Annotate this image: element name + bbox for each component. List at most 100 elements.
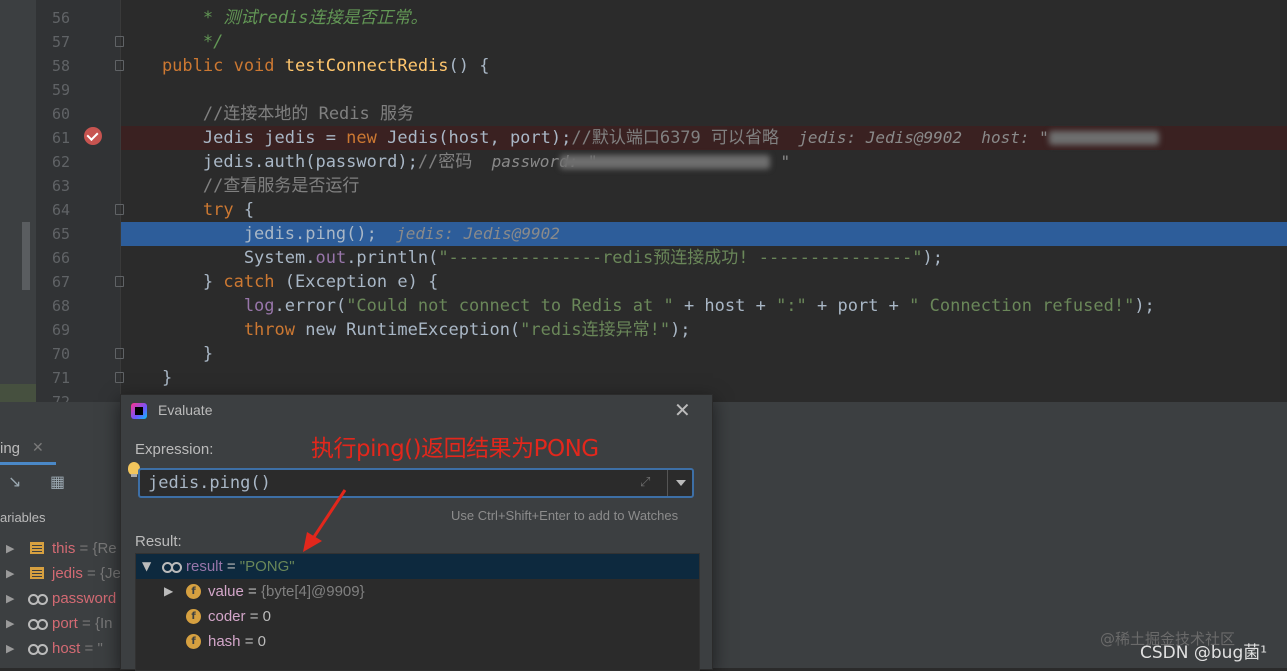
code-line[interactable]: 61 Jedis jedis = new Jedis(host, port);/… [52,126,1287,150]
code-token: * 测试redis连接是否正常。 [121,8,428,28]
close-icon[interactable]: ✕ [674,398,691,422]
history-dropdown-button[interactable] [667,470,694,496]
expand-right-icon[interactable]: ▶ [6,636,14,661]
line-number: 64 [51,201,70,219]
code-text: //连接本地的 Redis 服务 [121,102,414,126]
result-child-row[interactable]: f coder = 0 [136,604,699,629]
code-text: //查看服务是否运行 [121,174,359,198]
code-line[interactable]: 70 } [0,342,1287,366]
line-number: 62 [51,153,70,171]
result-eq: = [222,558,240,575]
csdn-watermark: CSDN @bug菌¹ [1140,643,1268,663]
code-token: //密码 [417,152,473,172]
code-line[interactable]: 59 [0,78,1287,102]
code-line[interactable]: 58 public void testConnectRedis() { [0,54,1287,78]
result-tree[interactable]: ▼ result = "PONG" ▶ f value = {byte[4]@990… [135,553,700,671]
watch-glasses-icon [28,644,48,655]
result-value: "PONG" [239,558,295,575]
code-token: (Exception e) { [284,272,439,292]
expand-icon[interactable]: ⤢ [640,475,654,490]
dialog-titlebar[interactable]: Evaluate ✕ [121,395,712,427]
intellij-logo-icon [131,403,147,419]
line-number: 68 [51,297,70,315]
result-row[interactable]: ▼ result = "PONG" [136,554,699,579]
variable-name: this [52,540,76,557]
code-line[interactable]: 65 jedis.ping(); jedis: Jedis@9902 [52,222,1287,246]
line-number: 71 [51,369,70,387]
dialog-title: Evaluate [158,402,213,418]
code-line[interactable]: 56 * 测试redis连接是否正常。 [0,6,1287,30]
breakpoint-icon[interactable] [84,127,102,145]
line-number: 66 [51,249,70,267]
code-text: * 测试redis连接是否正常。 [121,6,428,30]
field-eq: = [245,608,263,625]
code-token: ); [670,320,691,340]
code-line[interactable]: 62 jedis.auth(password);//密码 password: "… [0,150,1287,174]
line-number: 60 [51,105,70,123]
field-name: value [208,583,244,600]
variable-name: host [52,640,81,657]
expand-right-icon[interactable]: ▶ [164,579,173,604]
code-token: //连接本地的 Redis 服务 [121,104,414,124]
expand-right-icon[interactable]: ▶ [6,536,14,561]
code-token: .error( [274,296,347,316]
code-token: new [346,128,388,148]
code-token: catch [223,272,285,292]
code-line[interactable]: 67 } catch (Exception e) { [0,270,1287,294]
code-line[interactable]: 66 System.out.println("---------------re… [0,246,1287,270]
field-icon: f [186,609,201,624]
variable-name: port [52,615,78,632]
code-token: () { [448,56,490,76]
close-icon[interactable]: ✕ [32,440,44,456]
expand-right-icon[interactable]: ▶ [6,611,14,636]
line-number: 58 [51,57,70,75]
line-number: 61 [51,129,70,147]
line-number: 65 [51,225,70,243]
field-value: 0 [257,633,266,650]
code-line[interactable]: 63 //查看服务是否运行 [0,174,1287,198]
result-child-row[interactable]: ▶ f value = {byte[4]@9909} [136,579,699,604]
tab-underline [0,462,56,465]
expression-field[interactable]: ⤢ [138,468,694,498]
expand-down-icon[interactable]: ▼ [142,554,151,579]
code-line[interactable]: 64 try { [0,198,1287,222]
variable-value: = {Je [82,565,121,582]
result-label: Result: [135,533,182,550]
code-text: System.out.println("---------------redis… [121,246,943,270]
field-value: {byte[4]@9909} [260,583,365,600]
code-token: } [121,368,173,388]
code-text: jedis.auth(password);//密码 password: " " [121,150,790,174]
code-line[interactable]: 68 log.error("Could not connect to Redis… [0,294,1287,318]
expand-right-icon[interactable]: ▶ [6,561,14,586]
line-number: 59 [51,81,70,99]
code-text: } [121,342,213,366]
code-token: " Connection refused!" [909,296,1135,316]
code-line[interactable]: 69 throw new RuntimeException("redis连接异常… [0,318,1287,342]
code-token: throw [121,320,306,340]
expression-input[interactable] [140,470,660,496]
code-token: //查看服务是否运行 [121,176,360,196]
code-token: "Could not connect to Redis at " [346,296,674,316]
variable-value: = " [80,640,103,657]
code-token: "redis连接异常!" [520,320,671,340]
step-into-icon[interactable]: ↘ [8,472,21,491]
code-token: Jedis jedis = [121,128,347,148]
code-token: + host + [673,296,777,316]
result-child-row[interactable]: f hash = 0 [136,629,699,654]
redacted-value [1048,131,1159,145]
variable-name: jedis [52,565,83,582]
code-text: try { [121,198,254,222]
code-token: */ [121,32,224,52]
code-line[interactable]: 60 //连接本地的 Redis 服务 [0,102,1287,126]
code-line[interactable]: 71 } [0,366,1287,390]
code-token: ); [922,248,943,268]
table-icon[interactable]: ▦ [50,472,65,491]
watch-hint: Use Ctrl+Shift+Enter to add to Watches [451,508,679,523]
code-token: jedis.auth(password); [121,152,418,172]
code-text: log.error("Could not connect to Redis at… [121,294,1155,318]
debug-tab[interactable]: ing [0,440,20,457]
redacted-value [560,155,771,169]
code-line[interactable]: 57 */ [0,30,1287,54]
expand-right-icon[interactable]: ▶ [6,586,14,611]
code-token: "---------------redis预连接成功! ------------… [438,248,923,268]
